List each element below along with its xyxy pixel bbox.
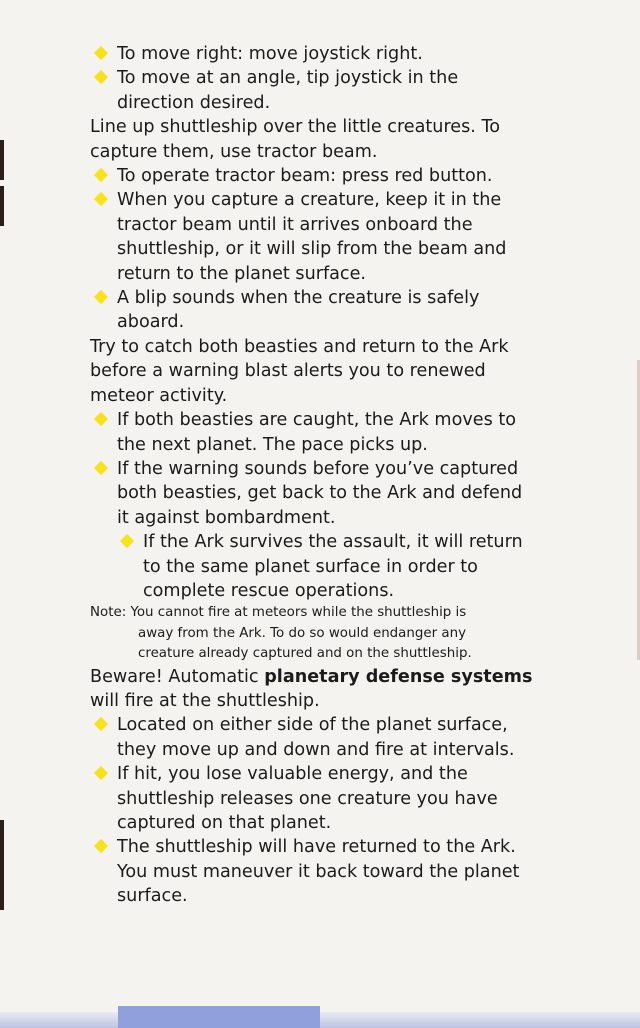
text-line: complete rescue operations. — [143, 580, 395, 601]
beware-bold-text: planetary defense systems — [264, 666, 533, 687]
text-line: surface. — [117, 886, 188, 907]
diamond-bullet-icon — [93, 192, 109, 207]
left-edge-mark — [0, 820, 4, 910]
text-line: If the warning sounds before you’ve capt… — [117, 458, 519, 479]
text-line: If the Ark survives the assault, it will… — [143, 532, 523, 553]
text-line: If hit, you lose valuable energy, and th… — [117, 764, 468, 785]
diamond-bullet-icon — [93, 839, 109, 854]
diamond-bullet-icon — [93, 70, 109, 85]
text-line: To operate tractor beam: press red butto… — [117, 166, 493, 187]
list-item: The shuttleship will have returned to th… — [90, 835, 570, 859]
text-line: they move up and down and fire at interv… — [117, 739, 515, 760]
diamond-bullet-icon — [93, 766, 109, 781]
text-line: it against bombardment. — [117, 507, 336, 528]
text-line: When you capture a creature, keep it in … — [117, 190, 502, 211]
paragraph-line: will fire at the shuttleship. — [90, 690, 320, 711]
paragraph-line: Line up shuttleship over the little crea… — [90, 117, 500, 138]
text-line: shuttleship releases one creature you ha… — [117, 788, 498, 809]
text-line: direction desired. — [117, 92, 271, 113]
text-line: To move at an angle, tip joystick in the — [117, 68, 459, 89]
text-line: captured on that planet. — [117, 813, 332, 833]
diamond-bullet-icon — [119, 534, 135, 549]
left-edge-mark — [0, 186, 4, 226]
diamond-bullet-icon — [93, 167, 109, 183]
paragraph-line: meteor activity. — [90, 385, 228, 406]
diamond-bullet-icon — [93, 289, 109, 305]
text-line: both beasties, get back to the Ark and d… — [117, 483, 523, 504]
paragraph-line: before a warning blast alerts you to ren… — [90, 361, 486, 382]
bottom-color-tab — [118, 1006, 320, 1028]
text-line: To move right: move joystick right. — [117, 44, 423, 64]
text-line: You must maneuver it back toward the pla… — [117, 861, 520, 882]
text-line: the next planet. The pace picks up. — [117, 434, 428, 455]
list-item: To operate tractor beam: press red butto… — [90, 164, 570, 188]
text-line: If both beasties are caught, the Ark mov… — [117, 410, 516, 431]
text-line: A blip sounds when the creature is safel… — [117, 288, 480, 309]
list-item: If hit, you lose valuable energy, and th… — [90, 762, 570, 786]
text-line: return to the planet surface. — [117, 263, 367, 284]
note-line: creature already captured and on the shu… — [138, 646, 472, 662]
diamond-bullet-icon — [93, 717, 109, 732]
text-line: Located on either side of the planet sur… — [117, 715, 508, 736]
text-line: tractor beam until it arrives onboard th… — [117, 214, 473, 235]
text-line: aboard. — [117, 312, 185, 333]
list-item: Located on either side of the planet sur… — [90, 713, 570, 737]
text-line: to the same planet surface in order to — [143, 556, 478, 577]
paragraph-line: Try to catch both beasties and return to… — [90, 336, 509, 357]
sub-list-item: If the Ark survives the assault, it will… — [90, 530, 570, 554]
list-item: If both beasties are caught, the Ark mov… — [90, 408, 570, 432]
beware-text: Beware! Automatic — [90, 666, 265, 687]
bottom-color-strip — [0, 1012, 640, 1028]
text-line: shuttleship, or it will slip from the be… — [117, 239, 507, 260]
list-item: When you capture a creature, keep it in … — [90, 188, 570, 212]
list-item: To move at an angle, tip joystick in the — [90, 66, 570, 90]
diamond-bullet-icon — [93, 460, 109, 475]
note-line: away from the Ark. To do so would endang… — [138, 625, 466, 641]
list-item: A blip sounds when the creature is safel… — [90, 286, 570, 310]
beware-line: Beware! Automatic planetary defense syst… — [90, 665, 570, 689]
list-item: To move right: move joystick right. — [90, 42, 570, 66]
diamond-bullet-icon — [93, 412, 109, 427]
diamond-bullet-icon — [93, 45, 109, 61]
list-item: If the warning sounds before you’ve capt… — [90, 457, 570, 481]
paragraph-line: capture them, use tractor beam. — [90, 141, 378, 162]
manual-page: To move right: move joystick right. To m… — [90, 42, 570, 909]
text-line: The shuttleship will have returned to th… — [117, 837, 516, 858]
note-line: Note: You cannot fire at meteors while t… — [90, 605, 467, 621]
left-edge-mark — [0, 140, 4, 180]
